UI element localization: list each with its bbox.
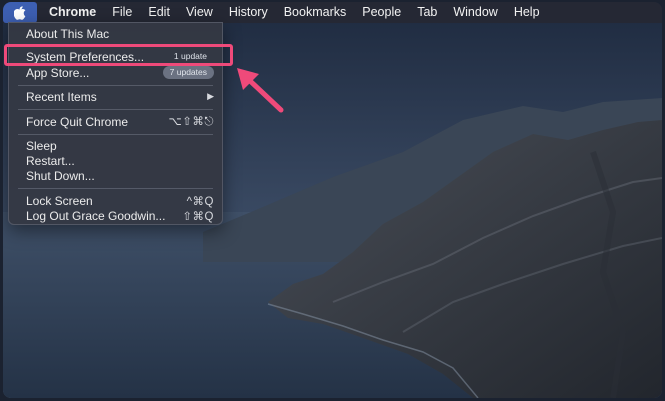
menu-item-label: Force Quit Chrome [26, 114, 129, 129]
menu-people[interactable]: People [354, 2, 409, 23]
menu-separator [18, 109, 213, 110]
apple-menu-button[interactable] [3, 2, 37, 23]
menu-item-about-this-mac[interactable]: About This Mac [9, 26, 222, 41]
menu-help[interactable]: Help [506, 2, 548, 23]
menu-item-force-quit[interactable]: Force Quit Chrome ⌥⇧⌘⎋ [9, 114, 222, 129]
menu-item-label: Log Out Grace Goodwin... [26, 208, 166, 223]
menu-file[interactable]: File [104, 2, 140, 23]
menu-item-lock-screen[interactable]: Lock Screen ^⌘Q [9, 193, 222, 208]
menu-item-label: Restart... [26, 153, 75, 168]
menu-item-label: Sleep [26, 138, 57, 153]
menu-item-label: Recent Items [26, 89, 97, 104]
keyboard-shortcut: ^⌘Q [186, 195, 214, 208]
apple-logo-icon [14, 5, 26, 20]
menu-bookmarks[interactable]: Bookmarks [276, 2, 355, 23]
annotation-arrow-icon [237, 68, 284, 113]
triangle-right-icon: ▶ [207, 91, 214, 101]
desktop-screen: Chrome File Edit View History Bookmarks … [3, 2, 662, 398]
menu-bar: Chrome File Edit View History Bookmarks … [3, 2, 662, 23]
menu-item-restart[interactable]: Restart... [9, 153, 222, 168]
menu-separator [18, 85, 213, 86]
menu-item-app-store[interactable]: App Store... 7 updates [9, 65, 222, 80]
menu-tab[interactable]: Tab [409, 2, 445, 23]
menu-item-sleep[interactable]: Sleep [9, 138, 222, 153]
menu-item-recent-items[interactable]: Recent Items ▶ [9, 89, 222, 104]
menu-edit[interactable]: Edit [140, 2, 178, 23]
update-badge: 7 updates [162, 66, 214, 79]
keyboard-shortcut: ⇧⌘Q [182, 210, 214, 223]
menu-item-label: Lock Screen [26, 193, 93, 208]
menu-window[interactable]: Window [445, 2, 505, 23]
menu-history[interactable]: History [221, 2, 276, 23]
menu-separator [18, 134, 213, 135]
menu-item-log-out[interactable]: Log Out Grace Goodwin... ⇧⌘Q [9, 208, 222, 223]
menu-item-label: About This Mac [26, 26, 110, 41]
menu-separator [18, 188, 213, 189]
menu-item-label: App Store... [26, 65, 90, 80]
menu-view[interactable]: View [178, 2, 221, 23]
highlight-box [4, 44, 233, 66]
menu-item-label: Shut Down... [26, 168, 95, 183]
menu-chrome[interactable]: Chrome [41, 2, 104, 23]
keyboard-shortcut: ⌥⇧⌘⎋ [168, 116, 214, 128]
menu-item-shut-down[interactable]: Shut Down... [9, 168, 222, 183]
